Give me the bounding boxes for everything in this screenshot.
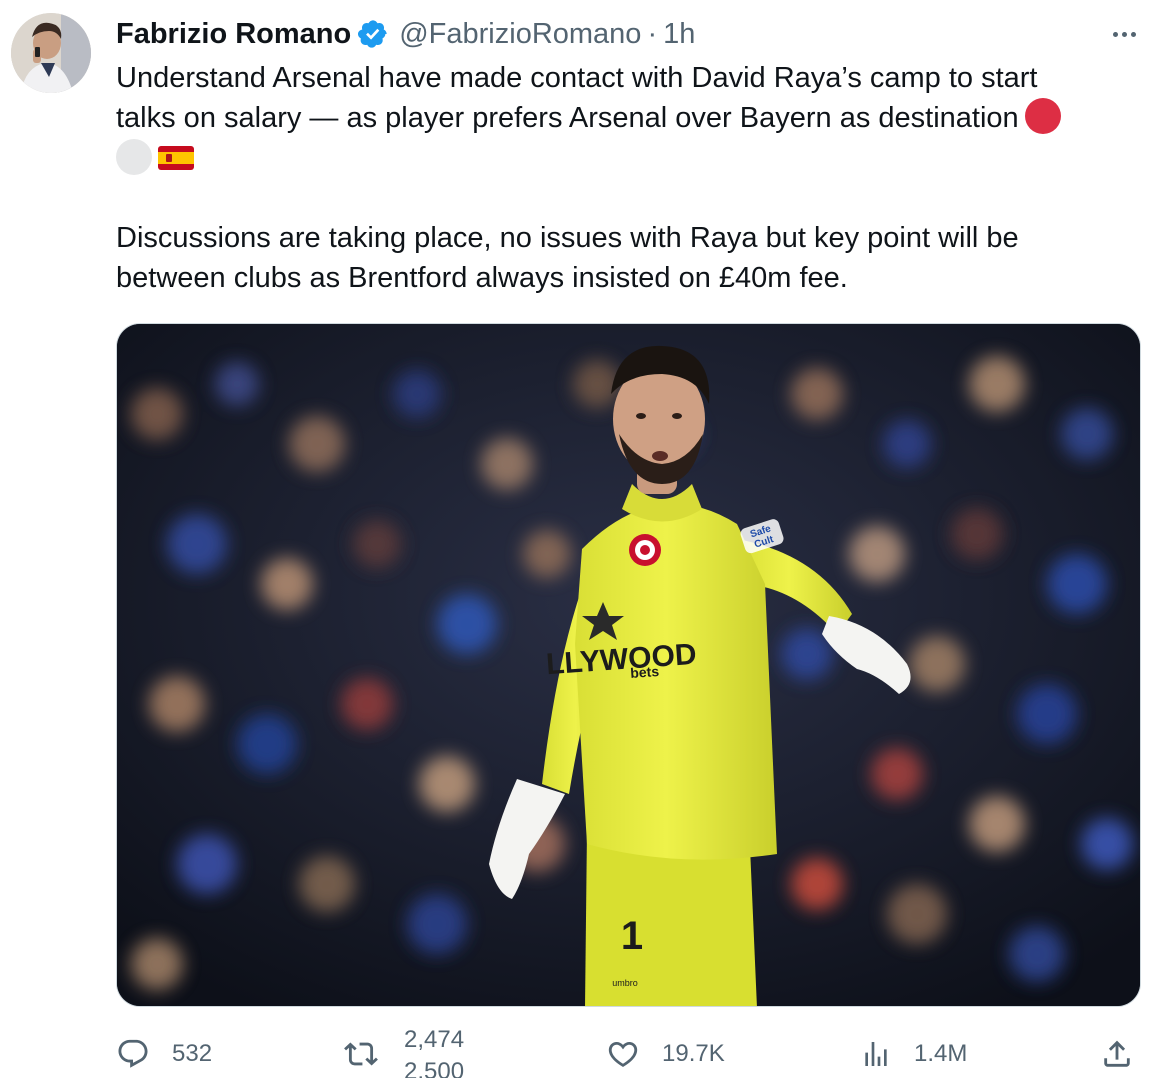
heart-icon [608,1041,638,1067]
like-button[interactable]: 19.7K [606,1030,725,1078]
shirt-number: 1 [621,914,643,958]
reply-icon [118,1039,148,1068]
author-handle[interactable]: @FabrizioRomano [399,14,641,54]
view-count: 1.4M [914,1040,968,1067]
more-options-icon[interactable] [1104,22,1144,46]
reply-count: 532 [172,1040,213,1067]
timestamp[interactable]: 1h [663,14,695,54]
tweet-paragraph-2: Discussions are taking place, no issues … [116,218,1136,298]
verified-badge-icon [357,18,389,50]
white-circle-emoji-icon [116,139,152,175]
like-count: 19.7K [662,1040,725,1067]
reply-button[interactable]: 532 [116,1030,212,1078]
retweet-button[interactable]: 2,474 2,500 [344,1030,484,1078]
tweet-paragraph-1: Understand Arsenal have made contact wit… [116,58,1136,178]
retweet-count: 2,474 [404,1030,465,1053]
red-circle-emoji-icon [1024,98,1061,134]
tweet[interactable]: Fabrizio Romano @FabrizioRomano · 1h Und… [0,0,1161,1087]
tweet-p2-line-2: between clubs as Brentford always insist… [116,262,848,294]
tweet-p2-line-1: Discussions are taking place, no issues … [116,222,1019,254]
goalkeeper-photo: Safe Cult LLYWOOD bets 1 umbro [117,324,1140,1006]
tweet-emoji-line [116,138,1136,178]
tweet-line-1: Understand Arsenal have made contact wit… [116,62,1038,94]
tweet-header: Fabrizio Romano @FabrizioRomano · 1h [116,14,695,54]
tweet-media-image[interactable]: Safe Cult LLYWOOD bets 1 umbro [116,323,1141,1007]
share-icon [1104,1040,1130,1067]
tweet-line-2: talks on salary — as player prefers Arse… [116,102,1019,134]
separator-dot: · [647,18,658,50]
sponsor-subtext: bets [630,663,660,681]
retweet-icon [344,1042,378,1066]
avatar[interactable] [11,13,91,93]
tweet-action-bar: 532 2,474 2,500 19.7K 1.4M [0,1030,1161,1087]
tweet-text: Understand Arsenal have made contact wit… [116,58,1136,298]
kit-brand: umbro [612,978,638,988]
spain-flag-emoji-icon [158,146,194,170]
retweet-count-next: 2,500 [404,1058,465,1079]
author-display-name[interactable]: Fabrizio Romano [116,14,351,54]
retweet-count-ticker: 2,474 2,500 [404,1030,484,1078]
tweet-line-2-wrapper: talks on salary — as player prefers Arse… [116,98,1136,138]
share-button[interactable] [1100,1030,1134,1078]
analytics-icon [865,1042,887,1066]
views-button[interactable]: 1.4M [860,1030,967,1078]
avatar-photo [11,13,91,93]
